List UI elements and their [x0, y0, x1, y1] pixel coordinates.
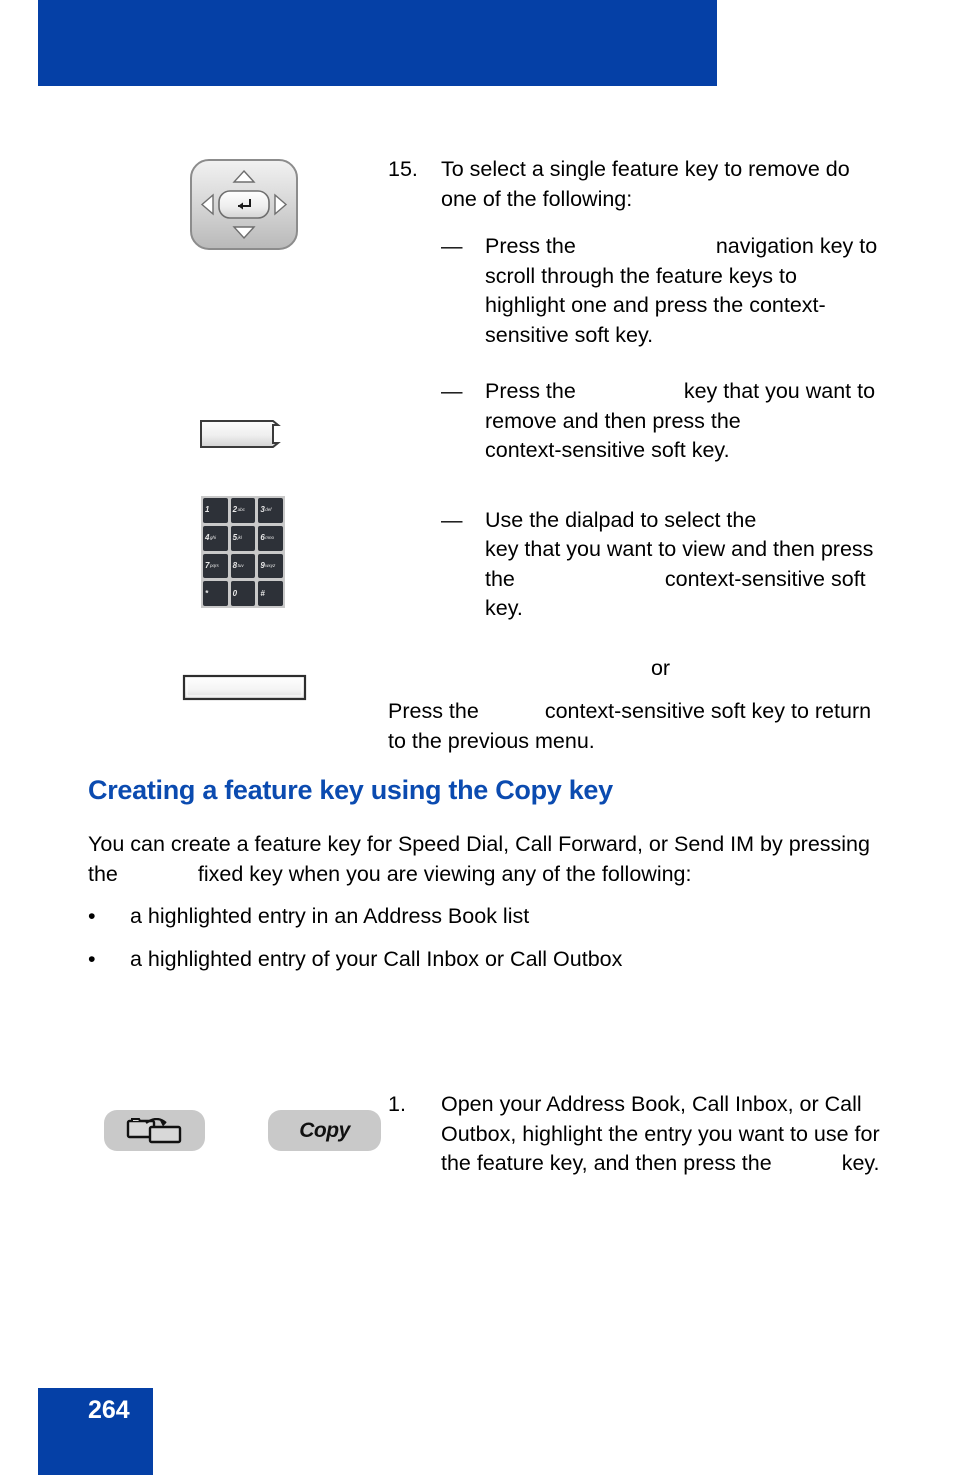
step-number: 15.: [388, 157, 418, 181]
procedure-part1: Open your Address Book, Call Inbox, or C…: [441, 1092, 880, 1175]
bullet-text: a highlighted entry of your Call Inbox o…: [130, 947, 623, 971]
section-paragraph: You can create a feature key for Speed D…: [88, 830, 878, 889]
bullet-mark: •: [88, 947, 96, 971]
dialpad-key-3: 3 def: [258, 498, 283, 523]
dialpad-key-1: 1: [203, 498, 228, 523]
or-separator: or: [650, 655, 671, 680]
substep-3-part3: context-sensitive soft key.: [485, 566, 866, 621]
dialpad-key-number: 8: [232, 560, 238, 570]
substep-dash: —: [441, 507, 463, 532]
substep-dash: —: [441, 379, 463, 403]
list-item: • a highlighted entry in an Address Book…: [88, 902, 878, 932]
dialpad-key-4: 4 ghi: [203, 525, 228, 551]
dialpad-key-number: 1: [205, 505, 210, 515]
page-header-bar: [38, 0, 717, 86]
dialpad-key-0: 0: [230, 581, 256, 606]
procedure-step-text: Open your Address Book, Call Inbox, or C…: [441, 1090, 880, 1179]
dialpad-key-5: 5 jkl: [230, 525, 256, 551]
dialpad-key-number: 4: [205, 533, 210, 543]
copy-fixed-key-icon: [104, 1110, 205, 1151]
step-15-text-block: 15. To select a single feature key to re…: [388, 155, 880, 756]
closing-part1: Press the: [388, 699, 479, 723]
dialpad-key-star: *: [203, 581, 228, 606]
bullet-text: a highlighted entry in an Address Book l…: [130, 904, 530, 928]
dialpad-key-number: 0: [232, 588, 238, 598]
section-heading: Creating a feature key using the Copy ke…: [88, 775, 613, 805]
page-number: 264: [88, 1396, 130, 1424]
dialpad-key-letters: ghi: [209, 534, 216, 540]
dialpad-key-number: 5: [232, 533, 238, 543]
step-intro-text: To select a single feature key to remove…: [441, 157, 850, 211]
dialpad-key-8: 8 tuv: [230, 553, 256, 579]
step-15-closing-text: Press the context-sensitive soft key to r…: [388, 697, 880, 756]
paragraph-part2: fixed key when you are viewing any of th…: [197, 861, 692, 886]
substep-1: — Press the navigation key to scroll thro…: [441, 232, 880, 350]
dialpad-key-7: 7 pqrs: [203, 553, 228, 579]
soft-key-notched-icon: [199, 418, 283, 451]
dialpad-key-number: 3: [260, 505, 265, 515]
copy-text-key: Copy: [268, 1110, 381, 1151]
dialpad-key-letters: jkl: [237, 534, 242, 540]
procedure-part2: key.: [841, 1151, 880, 1175]
dialpad-key-2: 2 abc: [230, 498, 256, 523]
dialpad-key-number: 7: [205, 560, 210, 570]
dialpad-key-number: 2: [232, 505, 238, 515]
dialpad-key-pound: #: [258, 581, 283, 606]
dialpad-key-9: 9 wxyz: [258, 553, 283, 579]
substep-2-part3: context-sensitive soft key.: [485, 438, 730, 462]
procedure-step-number: 1.: [388, 1092, 406, 1116]
substep-1-part1: Press the: [485, 234, 576, 258]
dialpad-key-number: 6: [260, 533, 265, 543]
substep-2-part1: Press the: [485, 379, 576, 403]
dialpad-key-letters: tuv: [237, 562, 244, 568]
substep-3-part1: Use the dialpad to select the: [485, 507, 757, 532]
dialpad-key-letters: pqrs: [209, 562, 219, 568]
copy-key-label: Copy: [299, 1118, 350, 1142]
dialpad-key-letters: abc: [237, 507, 245, 513]
dialpad-icon: 1 2 abc 3 def 4 ghi 5 jkl 6 mno 7 pqrs 8 tuv 9 wxyz * 0 #: [201, 496, 285, 608]
procedure-step-1-text-block: 1. Open your Address Book, Call Inbox, o…: [388, 1090, 880, 1179]
dialpad-key-letters: def: [265, 507, 272, 513]
bullet-mark: •: [88, 904, 96, 928]
dialpad-key-number: #: [260, 588, 265, 598]
dialpad-key-letters: mno: [265, 534, 275, 540]
substep-dash: —: [441, 234, 463, 258]
dialpad-key-number: *: [205, 588, 209, 598]
dialpad-key-number: 9: [260, 560, 265, 570]
soft-key-plain-icon: [181, 673, 309, 703]
list-item: • a highlighted entry of your Call Inbox…: [88, 945, 878, 975]
navigation-key-icon: [188, 157, 300, 252]
dialpad-key-letters: wxyz: [265, 562, 276, 568]
dialpad-key-6: 6 mno: [258, 525, 283, 551]
substep-2: — Press the key that you want to remove a…: [441, 377, 880, 466]
substep-3: — Use the dialpad to select the key that…: [441, 506, 880, 624]
